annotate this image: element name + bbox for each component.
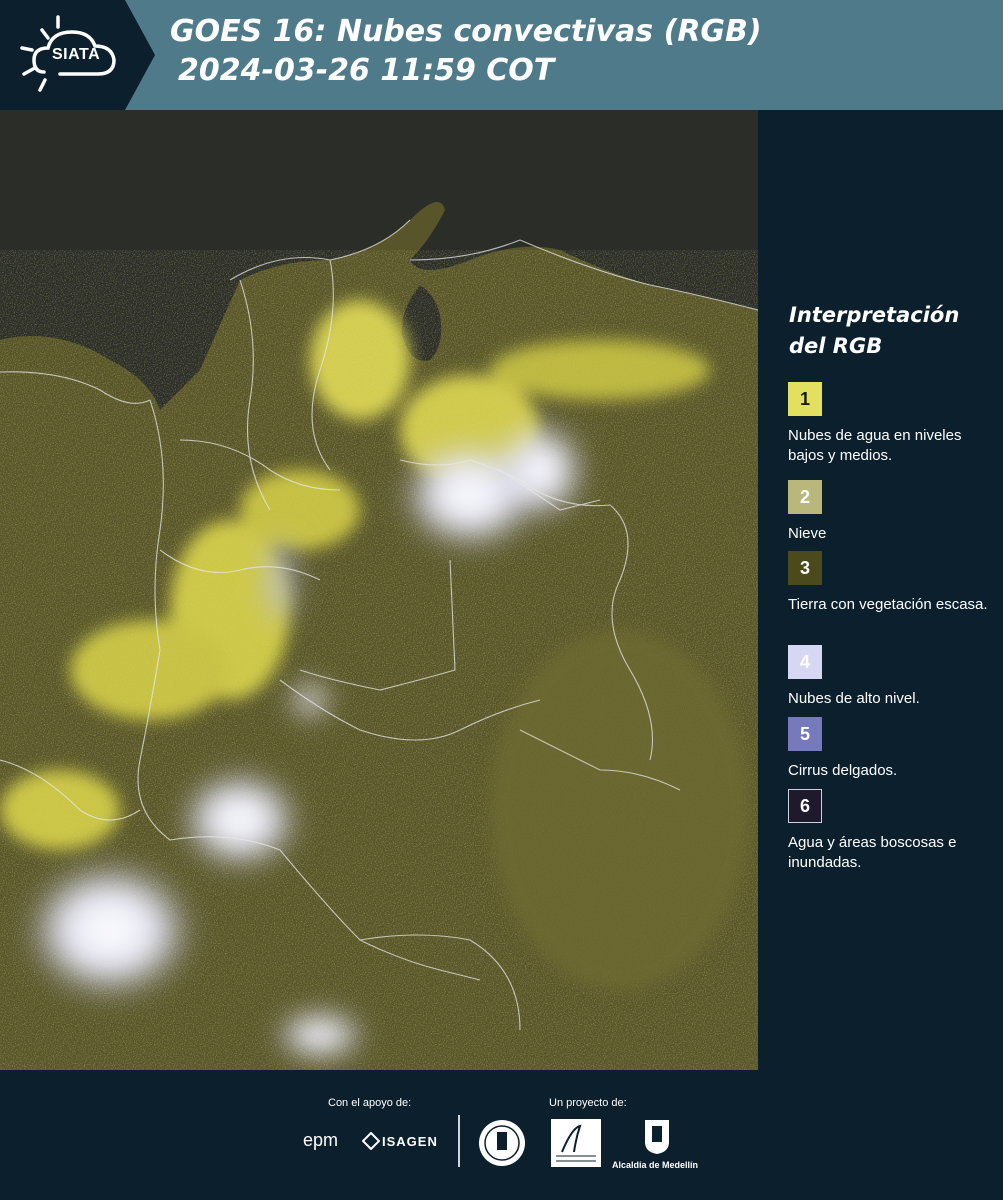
legend-swatch-4: 4 <box>788 645 822 679</box>
legend-item-2: 2 Nieve <box>788 480 826 542</box>
legend-label-6: Agua y áreas boscosas e inundadas. <box>788 834 957 871</box>
page-title: GOES 16: Nubes convectivas (RGB) <box>170 14 762 49</box>
legend-panel: Interpretación del RGB 1 Nubes de agua e… <box>760 110 1003 1070</box>
page-timestamp: 2024-03-26 11:59 COT <box>178 53 555 88</box>
siata-logo: SIATA <box>0 0 155 110</box>
legend-swatch-3: 3 <box>788 551 822 585</box>
legend-item-6: 6 Agua y áreas boscosas e inundadas. <box>788 789 956 871</box>
project-label: Un proyecto de: <box>549 1097 627 1109</box>
legend-swatch-5: 5 <box>788 717 822 751</box>
legend-label-4: Nubes de alto nivel. <box>788 690 920 707</box>
logo-text: SIATA <box>52 46 101 63</box>
legend-swatch-1: 1 <box>788 382 822 416</box>
legend-swatch-6: 6 <box>788 789 822 823</box>
header-bar: SIATA GOES 16: Nubes convectivas (RGB) 2… <box>0 0 1003 110</box>
legend-swatch-2: 2 <box>788 480 822 514</box>
legend-label-2: Nieve <box>788 525 827 542</box>
legend-label-5: Cirrus delgados. <box>788 762 898 779</box>
support-label: Con el apoyo de: <box>328 1097 412 1109</box>
alcaldia-shield-icon <box>643 1118 671 1160</box>
isagen-logo-icon <box>361 1131 381 1154</box>
footer-divider <box>458 1115 460 1167</box>
legend-title: Interpretación del RGB <box>789 300 959 362</box>
medellin-seal-icon <box>477 1118 527 1172</box>
satellite-rgb-image <box>0 110 758 1070</box>
legend-title-line1: Interpretación <box>789 303 960 327</box>
epm-logo: epm <box>303 1130 339 1150</box>
alcaldia-label: Alcaldía de Medellín <box>612 1160 699 1170</box>
legend-label-1: Nubes de agua en niveles bajos y medios. <box>788 427 962 464</box>
isagen-logo: ISAGEN <box>382 1134 438 1149</box>
footer: Con el apoyo de: Un proyecto de: epm ISA… <box>0 1070 1003 1200</box>
area-metropolitana-logo-icon <box>550 1118 602 1172</box>
legend-item-3: 3 Tierra con vegetación escasa. <box>788 551 988 613</box>
legend-item-1: 1 Nubes de agua en niveles bajos y medio… <box>788 382 961 464</box>
legend-item-4: 4 Nubes de alto nivel. <box>788 645 920 707</box>
legend-title-line2: del RGB <box>789 334 883 358</box>
legend-item-5: 5 Cirrus delgados. <box>788 717 897 779</box>
legend-label-3: Tierra con vegetación escasa. <box>788 596 988 613</box>
